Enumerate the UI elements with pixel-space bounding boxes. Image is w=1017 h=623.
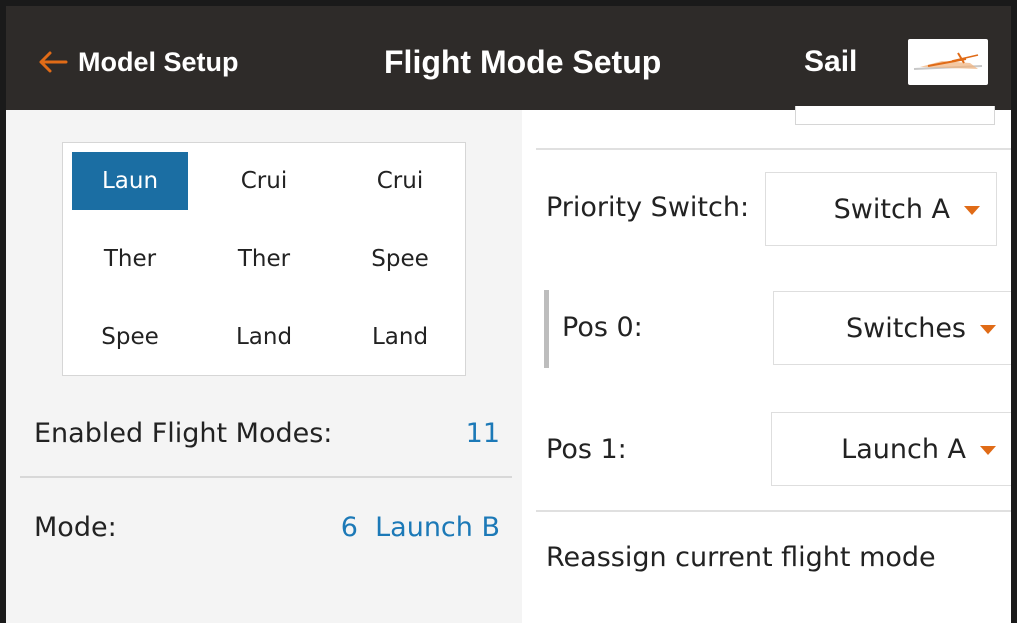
divider — [536, 148, 1011, 150]
right-panel: Priority Switch: Switch A Pos 0: Switche… — [522, 106, 1011, 623]
back-button[interactable]: Model Setup — [38, 42, 239, 82]
left-panel: Laun Crui Crui Ther Ther Spee Spee Land … — [6, 110, 522, 623]
position-indicator-bar — [544, 290, 549, 368]
current-mode-row: Mode: 6 Launch B — [34, 508, 500, 548]
mode-cell-7[interactable]: Spee — [72, 308, 188, 366]
pos-1-value: Launch A — [841, 433, 966, 465]
mode-cell-8[interactable]: Land — [206, 308, 322, 366]
enabled-flight-modes-value: 11 — [465, 418, 500, 449]
enabled-flight-modes-row: Enabled Flight Modes: 11 — [34, 414, 500, 454]
mode-cell-1[interactable]: Laun — [72, 152, 188, 210]
mode-cell-9[interactable]: Land — [342, 308, 458, 366]
reassign-flight-mode-label: Reassign current flight mode — [546, 542, 936, 573]
pos-0-value: Switches — [846, 312, 966, 344]
mode-cell-6[interactable]: Spee — [342, 230, 458, 288]
left-divider — [20, 476, 512, 478]
dropdown-caret-icon — [980, 324, 996, 334]
page-title: Flight Mode Setup — [384, 44, 662, 80]
partial-dropdown[interactable] — [795, 106, 995, 125]
glider-image — [913, 52, 983, 70]
left-arrow-icon — [39, 51, 68, 73]
mode-cell-4[interactable]: Ther — [72, 230, 188, 288]
top-bar: Model Setup Flight Mode Setup Sail — [6, 6, 1011, 110]
mode-cell-3[interactable]: Crui — [342, 152, 458, 210]
current-mode-value: 6 Launch B — [340, 512, 500, 543]
dropdown-caret-icon — [964, 205, 980, 215]
priority-switch-value: Switch A — [833, 193, 950, 225]
back-button-label: Model Setup — [78, 46, 239, 77]
pos-1-label: Pos 1: — [546, 434, 627, 465]
priority-switch-dropdown[interactable]: Switch A — [765, 172, 997, 246]
model-name: Sail — [804, 45, 858, 78]
divider — [536, 510, 1011, 512]
pos-0-label: Pos 0: — [562, 312, 643, 343]
priority-switch-label: Priority Switch: — [546, 192, 750, 223]
dropdown-caret-icon — [980, 445, 996, 455]
current-mode-label: Mode: — [34, 512, 117, 543]
screen: Model Setup Flight Mode Setup Sail Laun … — [0, 0, 1017, 623]
enabled-flight-modes-label: Enabled Flight Modes: — [34, 418, 333, 449]
pos-0-dropdown[interactable]: Switches — [773, 291, 1011, 365]
mode-cell-2[interactable]: Crui — [206, 152, 322, 210]
pos-1-dropdown[interactable]: Launch A — [771, 412, 1011, 486]
flight-mode-grid: Laun Crui Crui Ther Ther Spee Spee Land … — [62, 142, 466, 376]
mode-cell-5[interactable]: Ther — [206, 230, 322, 288]
glider-thumbnail-icon[interactable] — [908, 39, 988, 85]
